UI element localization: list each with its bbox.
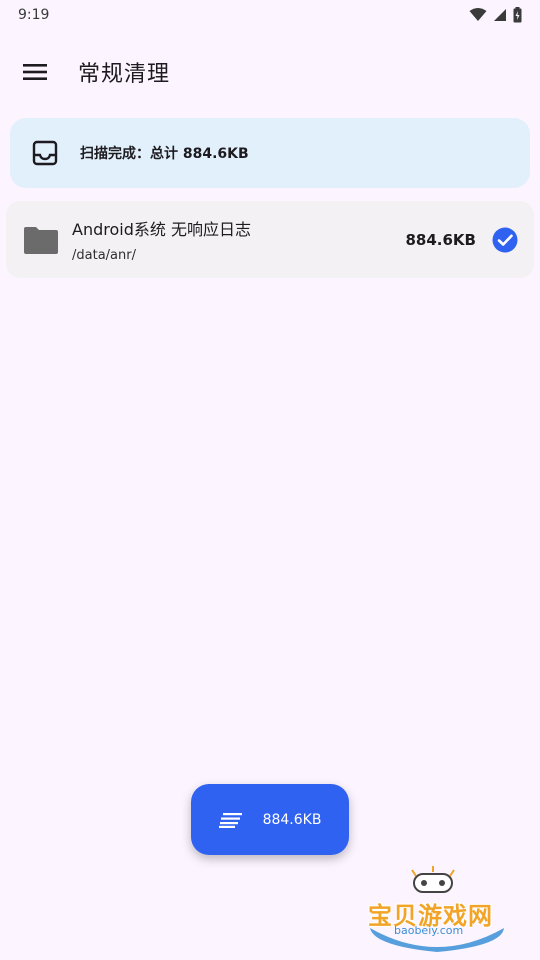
item-path: /data/anr/ <box>72 248 136 263</box>
screen: 9:19 常规清理 扫描完成：总计 884.6KB Android系统 无响应日… <box>0 0 540 960</box>
clean-sweep-icon <box>218 812 242 828</box>
status-bar: 9:19 <box>0 0 540 30</box>
status-icons <box>469 7 522 23</box>
watermark-url: baobeiy.com <box>394 924 464 937</box>
menu-icon <box>23 64 47 80</box>
menu-button[interactable] <box>0 44 70 100</box>
clean-button-label: 884.6KB <box>262 811 322 828</box>
status-time: 9:19 <box>18 7 50 23</box>
item-size: 884.6KB <box>405 230 476 249</box>
app-bar: 常规清理 <box>0 44 540 100</box>
wifi-icon <box>469 8 487 21</box>
page-title: 常规清理 <box>78 62 171 87</box>
list-item[interactable]: Android系统 无响应日志 /data/anr/ 884.6KB <box>6 201 534 278</box>
battery-icon <box>513 7 522 23</box>
scan-summary-card: 扫描完成：总计 884.6KB <box>10 118 530 188</box>
item-texts: Android系统 无响应日志 /data/anr/ <box>72 216 405 263</box>
watermark: 宝贝游戏网 baobeiy.com <box>362 866 512 956</box>
folder-icon <box>24 226 58 254</box>
scan-summary-text: 扫描完成：总计 884.6KB <box>80 146 249 162</box>
inbox-icon <box>32 140 58 166</box>
signal-icon <box>494 9 506 21</box>
clean-button[interactable]: 884.6KB <box>191 784 349 855</box>
checkbox-checked-icon[interactable] <box>492 227 518 253</box>
item-name: Android系统 无响应日志 <box>72 220 251 239</box>
